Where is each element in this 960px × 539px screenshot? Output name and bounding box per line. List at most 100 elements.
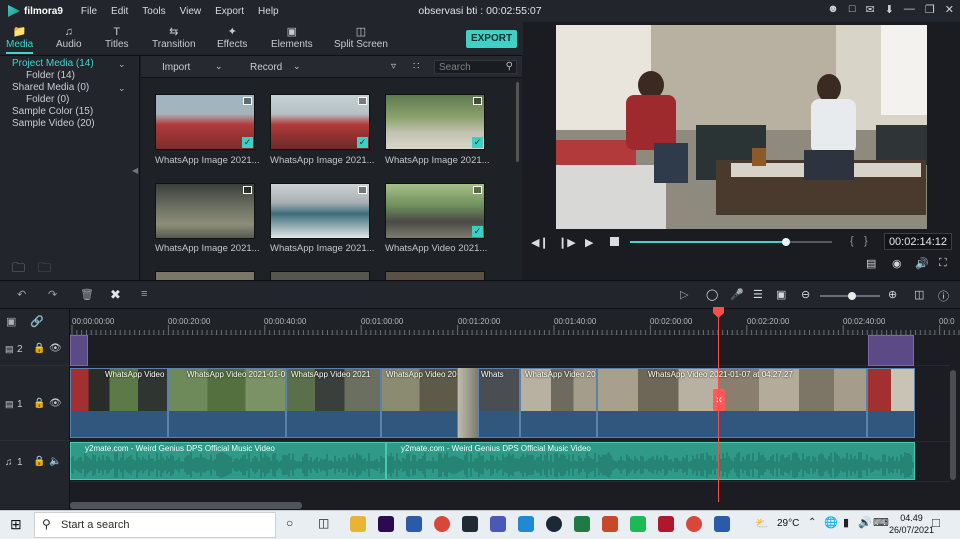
eye-icon[interactable]: 👁: [49, 398, 62, 409]
search-icon[interactable]: ⚲: [506, 61, 513, 72]
lock-icon[interactable]: 🔒: [33, 343, 45, 354]
close-icon[interactable]: ✕: [945, 3, 954, 16]
task-view-icon[interactable]: ◫: [318, 516, 329, 530]
menu-help[interactable]: Help: [258, 6, 279, 17]
volume-icon[interactable]: 🔊: [858, 516, 872, 529]
eye-icon[interactable]: 👁: [49, 343, 62, 354]
split-marker-icon[interactable]: ✕: [713, 389, 725, 411]
library-shared-folder[interactable]: Folder (0): [26, 94, 69, 105]
lock-icon[interactable]: 🔒: [33, 456, 45, 467]
menu-tools[interactable]: Tools: [142, 6, 165, 17]
zoom-out-icon[interactable]: ⊖: [801, 288, 810, 301]
undo-icon[interactable]: ↶: [17, 288, 26, 301]
video-clip[interactable]: WhatsApp Video 2021: [381, 368, 458, 438]
audio-clip[interactable]: y2mate.com - Weird Genius DPS Official M…: [70, 442, 386, 480]
snapshot-icon[interactable]: ◉: [892, 257, 902, 270]
overlay-clip[interactable]: [868, 335, 914, 366]
mail-icon[interactable]: [518, 516, 534, 532]
mark-in-icon[interactable]: {: [850, 235, 854, 247]
voiceover-icon[interactable]: ☰: [753, 288, 763, 301]
account-icon[interactable]: ☻: [827, 3, 839, 16]
zoom-in-icon[interactable]: ⊕: [888, 288, 897, 301]
video-clip[interactable]: Whats: [478, 368, 520, 438]
minimize-icon[interactable]: —: [904, 3, 915, 16]
transition-clip[interactable]: [458, 368, 478, 438]
maximize-icon[interactable]: ❐: [925, 3, 935, 16]
tab-titles[interactable]: T Titles: [105, 25, 129, 50]
library-sample-video[interactable]: Sample Video (20): [12, 118, 95, 129]
delete-icon[interactable]: 🗑: [80, 288, 94, 301]
tab-media[interactable]: 📁 Media: [6, 25, 34, 54]
battery-icon[interactable]: ▮: [843, 516, 849, 529]
preview-progress-track[interactable]: [630, 238, 832, 246]
play-icon[interactable]: ▶: [585, 236, 593, 249]
tab-audio[interactable]: ♫ Audio: [56, 25, 82, 50]
after-effects-icon[interactable]: [378, 516, 394, 532]
keyboard-icon[interactable]: ⌨: [873, 516, 889, 529]
library-project-media[interactable]: Project Media (14): [12, 58, 94, 69]
excel-icon[interactable]: [574, 516, 590, 532]
menu-export[interactable]: Export: [215, 6, 244, 17]
menu-view[interactable]: View: [180, 6, 202, 17]
media-thumbnail[interactable]: [270, 271, 370, 280]
layout-icon[interactable]: ◫: [914, 288, 924, 301]
adjust-icon[interactable]: ≡: [141, 288, 147, 300]
file-explorer-icon[interactable]: [350, 516, 366, 532]
mark-out-icon[interactable]: }: [864, 235, 868, 247]
taskbar-search[interactable]: ⚲ Start a search: [34, 512, 276, 538]
search-field[interactable]: Search ⚲: [434, 60, 517, 74]
video-clip[interactable]: WhatsApp Video 2021-01-07: [168, 368, 286, 438]
add-track-icon[interactable]: ▣: [6, 315, 16, 328]
link-icon[interactable]: 🔗: [30, 315, 44, 328]
lock-icon[interactable]: 🔒: [33, 398, 45, 409]
media-scrollbar[interactable]: [516, 82, 519, 162]
green-app-icon[interactable]: [630, 516, 646, 532]
play-frame-icon[interactable]: ❙▶: [558, 236, 576, 249]
menu-edit[interactable]: Edit: [111, 6, 128, 17]
red-app-icon[interactable]: [658, 516, 674, 532]
chevron-down-icon[interactable]: ⌄: [118, 59, 126, 70]
timeline-horizontal-scrollbar[interactable]: [70, 502, 302, 509]
render-icon[interactable]: ▷: [680, 288, 688, 301]
cortana-icon[interactable]: ○: [286, 516, 293, 530]
tab-split-screen[interactable]: ◫ Split Screen: [334, 25, 388, 50]
media-thumbnail[interactable]: ✓: [155, 94, 255, 150]
fullscreen-icon[interactable]: ⛶: [939, 257, 947, 270]
filter-icon[interactable]: ▿: [391, 61, 396, 72]
menu-file[interactable]: File: [81, 6, 97, 17]
video-clip[interactable]: [867, 368, 915, 438]
import-dropdown[interactable]: Import: [162, 62, 190, 73]
record-dropdown[interactable]: Record: [250, 62, 282, 73]
video-clip[interactable]: WhatsApp Video 2: [70, 368, 168, 438]
library-folder[interactable]: Folder (14): [26, 70, 75, 81]
speaker-icon[interactable]: 🔈: [49, 456, 61, 467]
render-preview-icon[interactable]: ▤: [866, 257, 876, 270]
media-thumbnail[interactable]: ✓: [270, 94, 370, 150]
teams-icon[interactable]: [490, 516, 506, 532]
powerpoint-icon[interactable]: [602, 516, 618, 532]
chrome-icon[interactable]: [686, 516, 702, 532]
new-folder-icon[interactable]: 🗀: [12, 259, 25, 281]
microphone-icon[interactable]: 🎤: [730, 288, 744, 301]
snap-icon[interactable]: ▣: [776, 288, 786, 301]
media-thumbnail[interactable]: [270, 183, 370, 239]
stop-icon[interactable]: [610, 237, 619, 246]
zoom-slider[interactable]: [820, 292, 880, 300]
library-sample-color[interactable]: Sample Color (15): [12, 106, 93, 117]
weather-icon[interactable]: ⛅: [755, 517, 769, 530]
marker-icon[interactable]: ◯: [706, 288, 718, 301]
notification-center-icon[interactable]: □: [932, 515, 940, 530]
zoom-slider-handle[interactable]: [848, 292, 856, 300]
previous-frame-icon[interactable]: ◀❙: [531, 236, 549, 249]
tab-transition[interactable]: ⇆ Transition: [152, 25, 196, 50]
tab-elements[interactable]: ▣ Elements: [271, 25, 313, 50]
tray-chevron-icon[interactable]: ⌃: [808, 517, 816, 528]
filmora-icon[interactable]: [462, 516, 478, 532]
media-thumbnail[interactable]: ✓: [385, 183, 485, 239]
chevron-down-icon[interactable]: ⌄: [118, 83, 126, 94]
timeline-ruler[interactable]: 00:00:00:00 00:00:20:00 00:00:40:00 00:0…: [70, 309, 960, 335]
steam-icon[interactable]: [546, 516, 562, 532]
notification-icon[interactable]: □: [849, 3, 856, 16]
audio-clip[interactable]: y2mate.com - Weird Genius DPS Official M…: [386, 442, 915, 480]
message-icon[interactable]: ✉: [865, 3, 874, 16]
